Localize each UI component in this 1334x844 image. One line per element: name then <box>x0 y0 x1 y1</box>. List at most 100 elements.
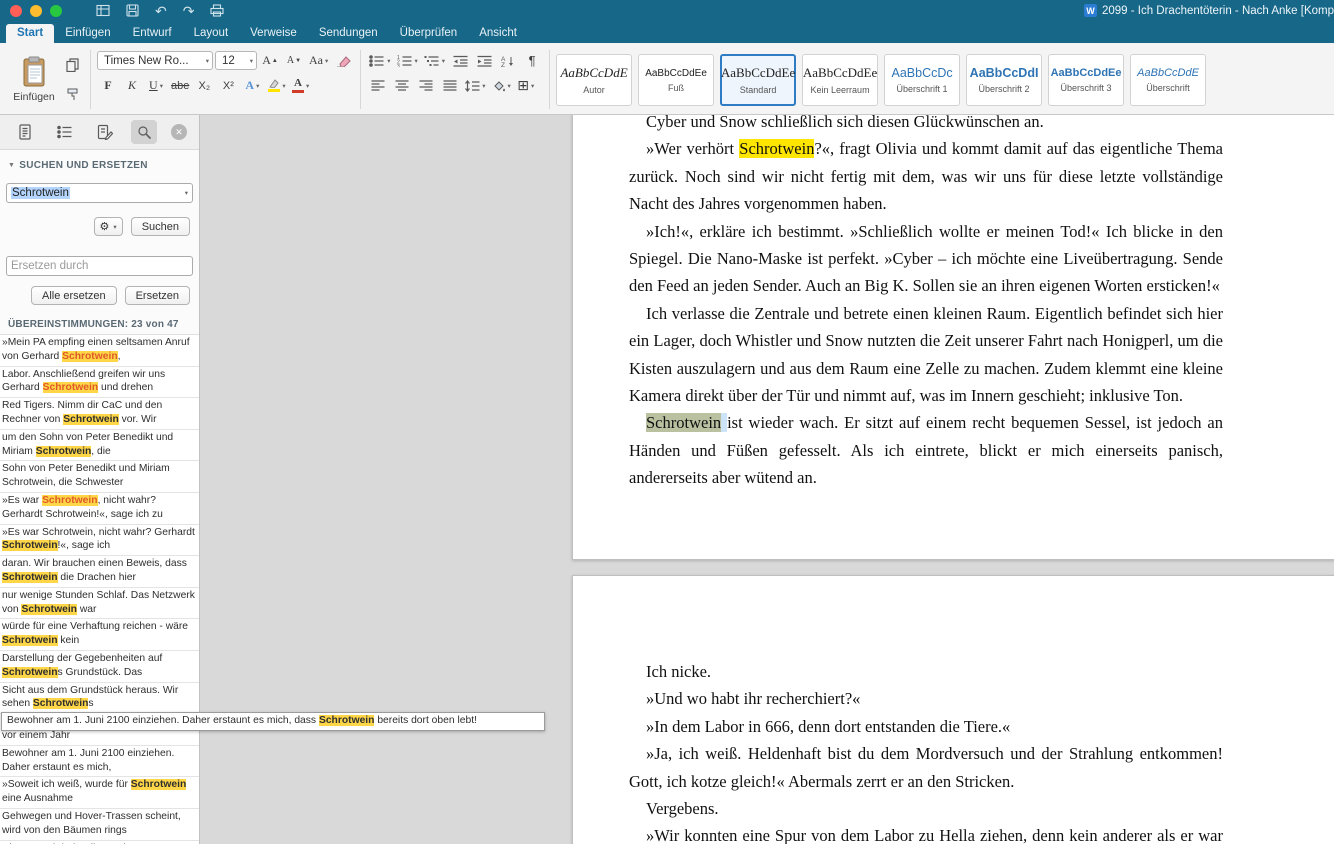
search-result-item[interactable]: Labor. Anschließend greifen wir uns Gerh… <box>0 367 199 399</box>
replace-button[interactable]: Ersetzen <box>125 286 190 305</box>
view-grid-button[interactable] <box>96 3 110 18</box>
align-right-button[interactable] <box>415 75 437 96</box>
tab-einfügen[interactable]: Einfügen <box>54 24 121 43</box>
style-card-standard[interactable]: AaBbCcDdEeStandard <box>720 54 796 106</box>
search-result-item[interactable]: Sohn von Peter Benedikt und Miriam Schro… <box>0 461 199 493</box>
shading-button[interactable]: ▾ <box>490 75 513 96</box>
line-spacing-button[interactable]: ▾ <box>463 75 487 96</box>
tab-layout[interactable]: Layout <box>183 24 240 43</box>
tab-verweise[interactable]: Verweise <box>239 24 308 43</box>
font-name-combo[interactable]: Times New Ro... ▾ <box>97 51 213 70</box>
minimize-window-button[interactable] <box>30 5 42 17</box>
font-color-button[interactable]: A ▾ <box>290 75 312 96</box>
search-result-item[interactable]: nur wenige Stunden Schlaf. Das Netzwerk … <box>0 588 199 620</box>
redo-button[interactable]: ↷ <box>183 3 195 18</box>
tab-sendungen[interactable]: Sendungen <box>308 24 389 43</box>
save-icon <box>126 4 139 17</box>
thumbnails-pane-button[interactable] <box>12 120 38 144</box>
save-button[interactable] <box>126 3 139 18</box>
align-center-button[interactable] <box>391 75 413 96</box>
tab-entwurf[interactable]: Entwurf <box>122 24 183 43</box>
search-result-item[interactable]: Bewohner am 1. Juni 2100 einziehen. Dahe… <box>0 746 199 778</box>
subscript-button[interactable]: X₂ <box>193 75 215 96</box>
print-icon <box>210 4 224 17</box>
style-sample: AaBbCcDdI <box>970 66 1039 80</box>
close-window-button[interactable] <box>10 5 22 17</box>
chevron-down-icon: ▾ <box>482 82 485 90</box>
style-sample: AaBbCcDdEe <box>1051 67 1122 79</box>
search-result-item[interactable]: »Es war Schrotwein, nicht wahr? Gerhardt… <box>0 493 199 525</box>
close-icon: ✕ <box>175 127 183 138</box>
clear-formatting-button[interactable] <box>332 50 354 71</box>
undo-button[interactable]: ↶ <box>155 3 167 18</box>
format-painter-button[interactable] <box>62 84 84 105</box>
style-card-fuß[interactable]: AaBbCcDdEeFuß <box>638 54 714 106</box>
tab-ansicht[interactable]: Ansicht <box>468 24 528 43</box>
style-card-überschrift-3[interactable]: AaBbCcDdEeÜberschrift 3 <box>1048 54 1124 106</box>
sort-button[interactable]: AZ <box>497 50 519 71</box>
search-result-item[interactable]: »Mein PA empfing einen seltsamen Anruf v… <box>0 335 199 367</box>
page-2[interactable]: Ich nicke.»Und wo habt ihr recherchiert?… <box>572 575 1334 844</box>
search-options-button[interactable]: ⚙ ▾ <box>94 217 123 236</box>
results-list: »Mein PA empfing einen seltsamen Anruf v… <box>0 334 199 844</box>
underline-button[interactable]: U▾ <box>145 75 167 96</box>
search-result-item[interactable]: Gehwegen und Hover-Trassen scheint, wird… <box>0 809 199 841</box>
search-result-item[interactable]: würde für eine Verhaftung reichen - wäre… <box>0 619 199 651</box>
close-sidebar-button[interactable]: ✕ <box>171 124 187 140</box>
text-effects-button[interactable]: A▾ <box>241 75 263 96</box>
strikethrough-button[interactable]: abe <box>169 75 191 96</box>
panel-header[interactable]: ▼ SUCHEN UND ERSETZEN <box>8 160 199 171</box>
headings-pane-button[interactable] <box>52 120 78 144</box>
superscript-button[interactable]: X² <box>217 75 239 96</box>
numbered-list-button[interactable]: 123 ▾ <box>395 50 420 71</box>
shrink-font-button[interactable]: A▼ <box>283 50 305 71</box>
highlight-color-button[interactable]: ▾ <box>265 75 287 96</box>
multilevel-list-button[interactable]: ▾ <box>422 50 447 71</box>
style-card-überschrift[interactable]: AaBbCcDdEÜberschrift <box>1130 54 1206 106</box>
search-result-item[interactable]: wissen. »Ich habe die Mücke hineingesteu… <box>0 841 199 844</box>
bullet-list-button[interactable]: ▾ <box>367 50 392 71</box>
zoom-window-button[interactable] <box>50 5 62 17</box>
search-result-item[interactable]: daran. Wir brauchen einen Beweis, dass S… <box>0 556 199 588</box>
tab-überprüfen[interactable]: Überprüfen <box>389 24 469 43</box>
search-result-item[interactable]: »Es war Schrotwein, nicht wahr? Gerhardt… <box>0 525 199 557</box>
replace-all-button[interactable]: Alle ersetzen <box>31 286 117 305</box>
borders-button[interactable]: ⊞ ▾ <box>515 75 537 96</box>
search-result-item[interactable]: Red Tigers. Nimm dir CaC und den Rechner… <box>0 398 199 430</box>
page-1[interactable]: Cyber und Snow schließlich sich diesen G… <box>572 115 1334 560</box>
change-case-button[interactable]: Aa▾ <box>307 50 330 71</box>
style-card-autor[interactable]: AaBbCcDdEAutor <box>556 54 632 106</box>
numbered-list-icon: 123 <box>397 55 413 67</box>
increase-indent-icon <box>477 55 492 67</box>
search-result-item[interactable]: »Soweit ich weiß, wurde für Schrotwein e… <box>0 777 199 809</box>
print-button[interactable] <box>210 3 224 18</box>
search-result-item[interactable]: Sicht aus dem Grundstück heraus. Wir seh… <box>0 683 199 715</box>
match-highlight: Schrotwein <box>43 382 99 393</box>
search-result-item[interactable]: Darstellung der Gegebenheiten auf Schrot… <box>0 651 199 683</box>
increase-indent-button[interactable] <box>473 50 495 71</box>
match-highlight: Schrotwein <box>42 495 98 506</box>
show-paragraph-marks-button[interactable]: ¶ <box>521 50 543 71</box>
search-result-item[interactable]: um den Sohn von Peter Benedikt und Miria… <box>0 430 199 462</box>
find-button[interactable]: Suchen <box>131 217 190 236</box>
copy-button[interactable] <box>62 55 84 76</box>
paste-button[interactable]: Einfügen <box>10 50 58 110</box>
clipboard-group: Einfügen <box>4 47 90 112</box>
italic-button[interactable]: K <box>121 75 143 96</box>
font-size-combo[interactable]: 12 ▾ <box>215 51 257 70</box>
bold-button[interactable]: F <box>97 75 119 96</box>
search-input[interactable]: Schrotwein ▾ <box>6 183 193 203</box>
grow-font-button[interactable]: A▲ <box>259 50 281 71</box>
chevron-down-icon: ▾ <box>325 57 328 65</box>
find-pane-button[interactable] <box>131 120 157 144</box>
style-card-überschrift-2[interactable]: AaBbCcDdIÜberschrift 2 <box>966 54 1042 106</box>
justify-button[interactable] <box>439 75 461 96</box>
style-card-überschrift-1[interactable]: AaBbCcDcÜberschrift 1 <box>884 54 960 106</box>
style-card-kein-leerraum[interactable]: AaBbCcDdEeKein Leerraum <box>802 54 878 106</box>
tab-start[interactable]: Start <box>6 24 54 43</box>
style-sample: AaBbCcDdE <box>1137 67 1199 79</box>
align-left-button[interactable] <box>367 75 389 96</box>
decrease-indent-button[interactable] <box>449 50 471 71</box>
review-pane-button[interactable] <box>92 120 118 144</box>
replace-input[interactable] <box>6 256 193 276</box>
